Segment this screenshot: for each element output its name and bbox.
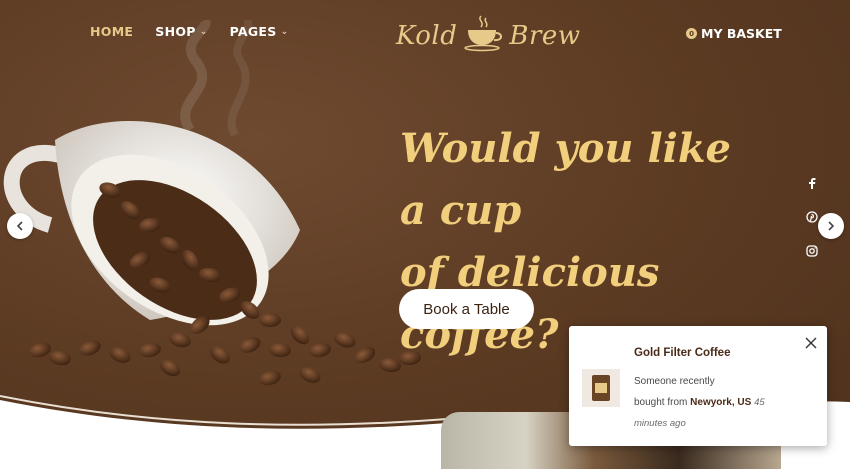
logo-text-left: Kold xyxy=(396,21,458,51)
facebook-icon[interactable] xyxy=(804,175,820,191)
coffee-cup-illustration xyxy=(3,120,421,386)
nav-shop[interactable]: SHOP ⌄ xyxy=(155,24,207,39)
recent-purchase-popup[interactable]: Gold Filter Coffee Someone recently boug… xyxy=(569,326,827,446)
chevron-down-icon: ⌄ xyxy=(199,26,208,37)
basket-count-badge: 0 xyxy=(686,28,697,39)
chevron-down-icon: ⌄ xyxy=(280,26,289,37)
main-nav: HOME SHOP ⌄ PAGES ⌄ xyxy=(90,24,288,39)
slider-next-button[interactable] xyxy=(818,213,844,239)
popup-line-1: Someone recently xyxy=(634,376,715,387)
book-table-button[interactable]: Book a Table xyxy=(399,289,534,329)
nav-shop-label: SHOP xyxy=(155,24,196,39)
chevron-left-icon xyxy=(16,221,23,231)
pinterest-icon[interactable] xyxy=(804,209,820,225)
nav-pages[interactable]: PAGES ⌄ xyxy=(230,24,289,39)
popup-product-title[interactable]: Gold Filter Coffee xyxy=(634,347,730,359)
close-icon[interactable] xyxy=(804,335,818,349)
basket-label: MY BASKET xyxy=(701,26,782,41)
headline-line-1: Would you like a cup xyxy=(400,125,731,234)
hero-section: HOME SHOP ⌄ PAGES ⌄ Kold Brew 0 MY BASKE… xyxy=(0,0,850,469)
nav-pages-label: PAGES xyxy=(229,24,277,39)
social-links xyxy=(804,175,820,259)
popup-line-2-prefix: bought from xyxy=(634,397,688,408)
logo-text-right: Brew xyxy=(509,21,581,51)
instagram-icon[interactable] xyxy=(804,243,820,259)
brand-logo[interactable]: Kold Brew xyxy=(396,12,580,60)
nav-home[interactable]: HOME xyxy=(90,24,133,39)
chevron-right-icon xyxy=(828,221,835,231)
my-basket-link[interactable]: 0 MY BASKET xyxy=(686,26,782,41)
popup-message: Someone recently bought from Newyork, US… xyxy=(634,371,784,434)
nav-home-label: HOME xyxy=(90,24,134,39)
slider-prev-button[interactable] xyxy=(7,213,33,239)
popup-location: Newyork, US xyxy=(690,397,752,408)
product-thumbnail[interactable] xyxy=(582,369,620,407)
coffee-cup-icon xyxy=(463,14,503,58)
